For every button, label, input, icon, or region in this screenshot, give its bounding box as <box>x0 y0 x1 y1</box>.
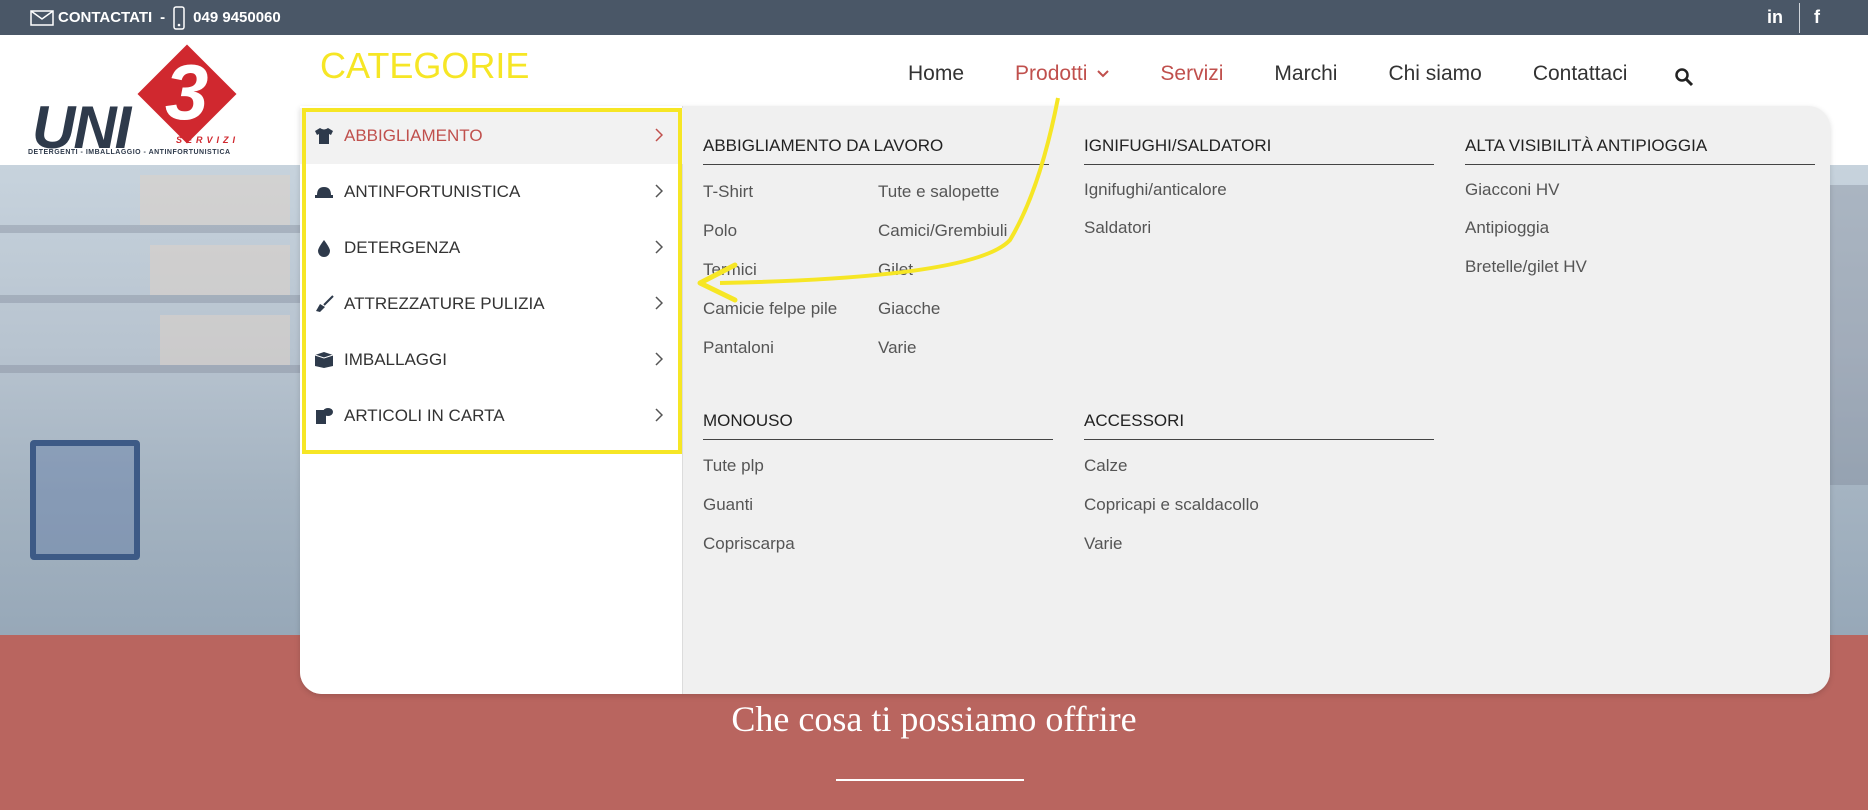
logo-number: 3 <box>165 48 209 136</box>
submenu-link[interactable]: Calze <box>1084 456 1127 476</box>
category-list: ABBIGLIAMENTO ANTINFORTUNISTICA DETERGEN… <box>300 106 683 694</box>
nav-chi-siamo[interactable]: Chi siamo <box>1388 62 1481 86</box>
submenu-link[interactable]: Tute e salopette <box>878 182 999 202</box>
nav-contattaci[interactable]: Contattaci <box>1533 62 1628 86</box>
submenu-link[interactable]: Giacconi HV <box>1465 180 1559 200</box>
offer-underline <box>836 779 1024 781</box>
logo-tagline: DETERGENTI - IMBALLAGGIO - ANTINFORTUNIS… <box>28 149 231 156</box>
phone-number[interactable]: 049 9450060 <box>193 9 281 26</box>
submenu-link[interactable]: Varie <box>1084 534 1122 554</box>
submenu-link[interactable]: Polo <box>703 221 737 241</box>
hero-shelf-right <box>1830 185 1868 485</box>
linkedin-icon[interactable]: in <box>1767 7 1783 28</box>
group-title-monouso[interactable]: MONOUSO <box>703 411 1053 440</box>
hero-shelf <box>0 365 300 373</box>
social-links: in f <box>1767 0 1820 35</box>
hero-shelf <box>0 225 300 233</box>
main-nav: Home Prodotti Servizi Marchi Chi siamo C… <box>908 61 1694 87</box>
submenu-link[interactable]: Copricapi e scaldacollo <box>1084 495 1259 515</box>
hero-boxes <box>150 245 290 295</box>
group-title-abbigliamento-lavoro[interactable]: ABBIGLIAMENTO DA LAVORO <box>703 136 1049 165</box>
hero-cart <box>30 440 140 560</box>
products-mega-menu: ABBIGLIAMENTO ANTINFORTUNISTICA DETERGEN… <box>300 106 1830 694</box>
offer-title: Che cosa ti possiamo offrire <box>731 699 1137 739</box>
site-logo[interactable]: 3 UNI SERVIZI DETERGENTI - IMBALLAGGIO -… <box>28 44 250 161</box>
group-title-alta-visibilita[interactable]: ALTA VISIBILITÀ ANTIPIOGGIA <box>1465 136 1815 165</box>
contact-link[interactable]: CONTACTATI <box>58 9 152 26</box>
submenu-link[interactable]: Antipioggia <box>1465 218 1549 238</box>
group-title-ignifughi[interactable]: IGNIFUGHI/SALDATORI <box>1084 136 1434 165</box>
nav-prodotti-label: Prodotti <box>1015 62 1088 85</box>
submenu-link[interactable]: Camici/Grembiuli <box>878 221 1007 241</box>
submenu-link[interactable]: Termici <box>703 260 757 280</box>
phone-icon <box>173 5 185 30</box>
facebook-icon[interactable]: f <box>1814 7 1820 28</box>
mail-icon[interactable] <box>30 9 54 26</box>
hero-boxes <box>140 175 290 225</box>
chevron-down-icon <box>1097 70 1110 78</box>
submenu-link[interactable]: Giacche <box>878 299 940 319</box>
submenu-link[interactable]: Tute plp <box>703 456 764 476</box>
hero-shelf <box>0 295 300 303</box>
submenu-link[interactable]: Gilet <box>878 260 913 280</box>
social-divider <box>1799 2 1800 33</box>
submenu-link[interactable]: Guanti <box>703 495 753 515</box>
contact-info: CONTACTATI - 049 9450060 <box>30 0 281 35</box>
submenu-link[interactable]: Camicie felpe pile <box>703 299 837 319</box>
submenu-link[interactable]: Copriscarpa <box>703 534 795 554</box>
nav-prodotti[interactable]: Prodotti <box>1015 62 1110 86</box>
search-icon[interactable] <box>1674 67 1694 87</box>
nav-servizi[interactable]: Servizi <box>1160 62 1223 86</box>
hero-boxes <box>160 315 290 365</box>
top-bar: CONTACTATI - 049 9450060 in f <box>0 0 1868 35</box>
annotation-categorie: CATEGORIE <box>320 45 530 86</box>
submenu-link[interactable]: Pantaloni <box>703 338 774 358</box>
nav-marchi[interactable]: Marchi <box>1274 62 1337 86</box>
submenu-link[interactable]: T-Shirt <box>703 182 753 202</box>
submenu-link[interactable]: Bretelle/gilet HV <box>1465 257 1587 277</box>
group-title-accessori[interactable]: ACCESSORI <box>1084 411 1434 440</box>
submenu-link[interactable]: Varie <box>878 338 916 358</box>
nav-home[interactable]: Home <box>908 62 964 86</box>
annotation-highlight-box <box>302 108 682 454</box>
submenu-link[interactable]: Saldatori <box>1084 218 1151 238</box>
logo-servizi: SERVIZI <box>176 135 240 145</box>
submenu-link[interactable]: Ignifughi/anticalore <box>1084 180 1227 200</box>
separator: - <box>160 9 166 26</box>
